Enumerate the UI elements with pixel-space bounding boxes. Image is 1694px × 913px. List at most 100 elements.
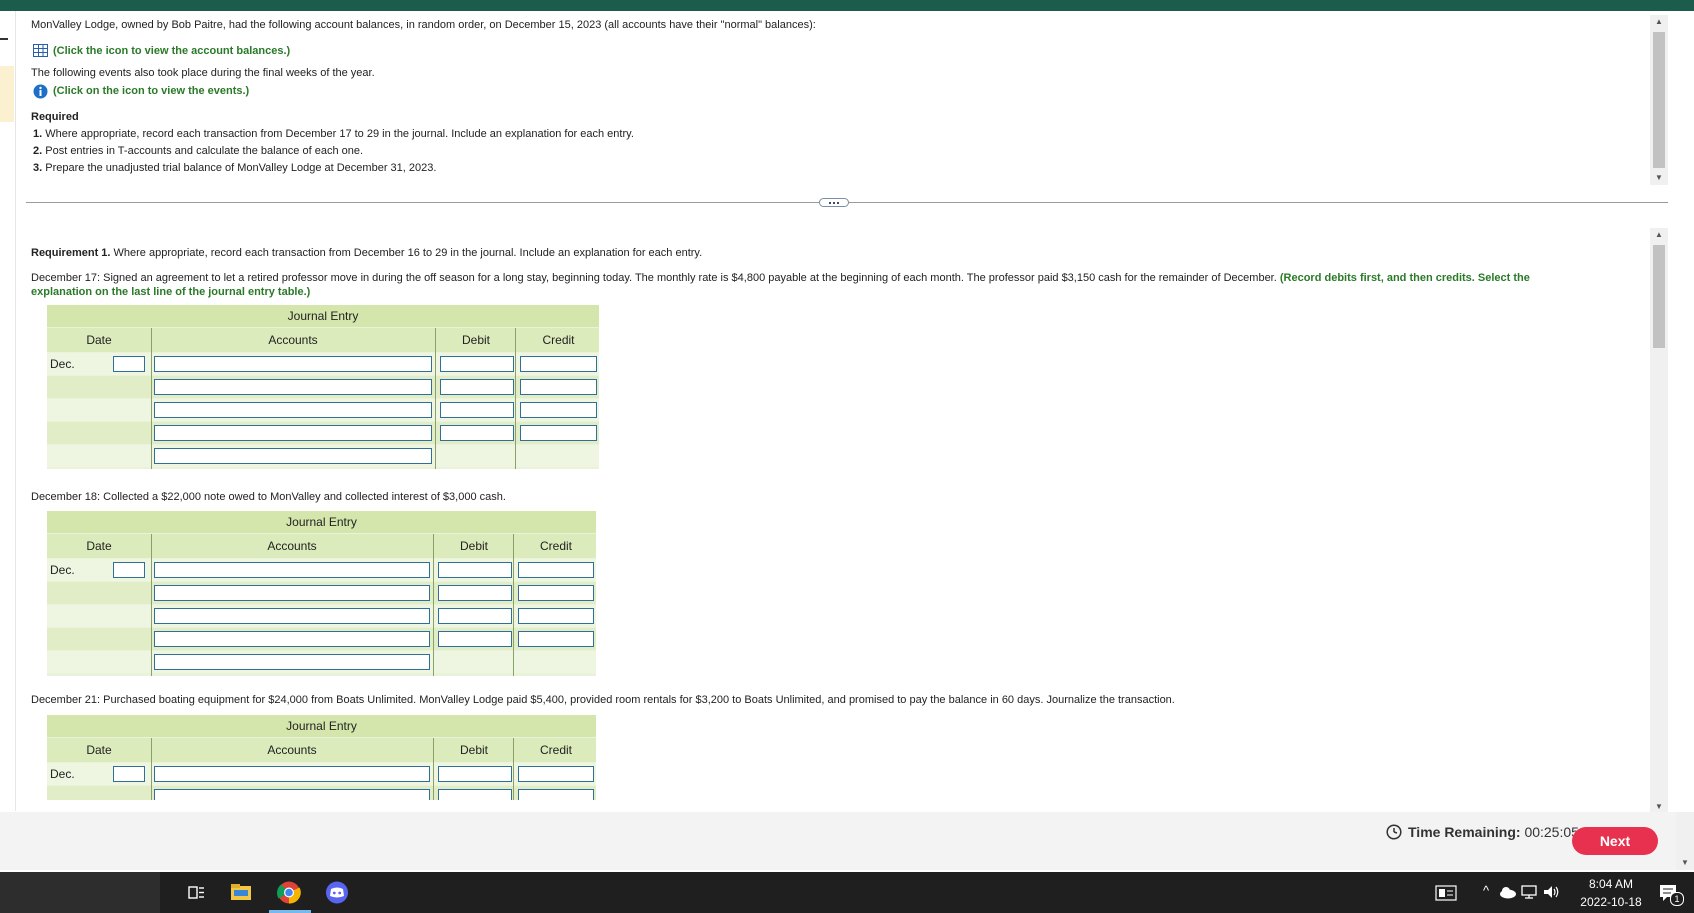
debit-input[interactable] [438,789,512,800]
required-heading: Required [31,111,79,123]
col-accounts: Accounts [267,743,317,757]
explanation-row [47,445,599,467]
required-item-1: 1. Where appropriate, record each transa… [33,128,634,140]
table-icon[interactable] [33,44,48,57]
credit-input[interactable] [518,631,594,647]
credit-input[interactable] [520,356,597,372]
account-input[interactable] [154,356,432,372]
month-label: Dec. [50,357,75,371]
debit-input[interactable] [438,766,512,782]
account-input[interactable] [154,425,432,441]
question-pane: MonValley Lodge, owned by Bob Paitre, ha… [16,11,1650,194]
network-icon[interactable] [1520,884,1538,900]
day-input[interactable] [113,356,145,372]
col-credit: Credit [539,539,572,553]
footer-bar [0,812,1694,870]
required-item-3: 3. Prepare the unadjusted trial balance … [33,162,437,174]
debit-input[interactable] [438,608,512,624]
debit-input[interactable] [440,379,514,395]
credit-input[interactable] [518,766,594,782]
explanation-input[interactable] [154,448,432,464]
credit-input[interactable] [520,379,597,395]
account-input[interactable] [154,379,432,395]
scroll-up-icon[interactable]: ▲ [1653,228,1665,242]
next-button[interactable]: Next [1572,827,1658,855]
journal-table-dec21: Journal Entry Date Accounts Debit Credit… [47,715,596,800]
intro-text: MonValley Lodge, owned by Bob Paitre, ha… [31,19,816,31]
taskbar: ^ 8:04 AM 2022-10-18 1 [0,872,1694,913]
answer-scrollbar[interactable]: ▲ ▼ [1650,228,1668,814]
taskbar-date[interactable]: 2022-10-18 [1578,895,1644,909]
transaction-dec18: December 18: Collected a $22,000 note ow… [31,491,506,503]
debit-input[interactable] [440,402,514,418]
tray-expand-icon[interactable]: ^ [1483,883,1489,898]
account-input[interactable] [154,585,430,601]
taskbar-search[interactable] [0,872,160,913]
onedrive-icon[interactable] [1499,885,1517,899]
required-item-2: 2. Post entries in T-accounts and calcul… [33,145,364,157]
task-view-icon[interactable] [176,877,216,908]
transaction-dec17: December 17: Signed an agreement to let … [31,272,1530,284]
debit-input[interactable] [440,425,514,441]
question-scroll-thumb[interactable] [1653,32,1665,168]
info-icon[interactable] [33,84,48,99]
debit-input[interactable] [440,356,514,372]
col-debit: Debit [461,333,490,347]
notification-count: 1 [1670,892,1684,906]
credit-input[interactable] [520,402,597,418]
account-input[interactable] [154,789,430,800]
scroll-up-icon[interactable]: ▲ [1653,15,1665,29]
volume-icon[interactable] [1542,884,1560,900]
journal-row [47,399,599,421]
events-link[interactable]: (Click on the icon to view the events.) [53,85,249,97]
account-input[interactable] [154,608,430,624]
credit-input[interactable] [518,562,594,578]
scroll-down-icon[interactable]: ▼ [1653,171,1665,185]
credit-input[interactable] [518,789,594,800]
account-input[interactable] [154,402,432,418]
scroll-down-icon[interactable]: ▼ [1679,856,1691,870]
col-date: Date [86,333,112,347]
journal-row: Dec. [47,353,599,375]
day-input[interactable] [113,562,145,578]
answer-scroll-thumb[interactable] [1653,245,1665,348]
transaction-dec21: December 21: Purchased boating equipment… [31,694,1175,706]
question-scrollbar[interactable]: ▲ ▼ [1650,15,1668,185]
top-header-bar [0,0,1694,11]
debit-input[interactable] [438,631,512,647]
file-explorer-icon[interactable] [221,877,261,908]
credit-input[interactable] [518,585,594,601]
credit-input[interactable] [518,608,594,624]
col-credit: Credit [542,333,575,347]
requirement1-text: Requirement 1. Where appropriate, record… [31,247,703,259]
explanation-input[interactable] [154,654,430,670]
pane-resize-handle[interactable] [819,198,849,207]
discord-icon[interactable] [317,877,357,908]
col-date: Date [86,539,112,553]
col-date: Date [86,743,112,757]
balances-link[interactable]: (Click the icon to view the account bala… [53,45,290,57]
chrome-icon[interactable] [269,877,309,908]
journal-header-row: Date Accounts Debit Credit [47,328,599,352]
account-input[interactable] [154,766,430,782]
day-input[interactable] [113,766,145,782]
debit-input[interactable] [438,585,512,601]
transaction-dec17-instruction: explanation on the last line of the jour… [31,286,311,298]
keyboard-icon[interactable] [1435,885,1457,901]
journal-row [47,376,599,398]
debit-input[interactable] [438,562,512,578]
col-accounts: Accounts [268,333,318,347]
credit-input[interactable] [520,425,597,441]
journal-title: Journal Entry [47,715,596,737]
page-scrollbar[interactable]: ▼ [1676,812,1694,870]
events-text: The following events also took place dur… [31,67,375,79]
journal-title: Journal Entry [47,305,599,327]
left-edge-mark [0,38,8,40]
taskbar-time[interactable]: 8:04 AM [1580,877,1642,891]
clock-icon [1386,824,1402,840]
time-remaining: Time Remaining: 00:25:05 [1408,824,1579,840]
journal-row [47,422,599,444]
journal-table-dec18: Journal Entry Date Accounts Debit Credit… [47,511,596,676]
account-input[interactable] [154,631,430,647]
account-input[interactable] [154,562,430,578]
